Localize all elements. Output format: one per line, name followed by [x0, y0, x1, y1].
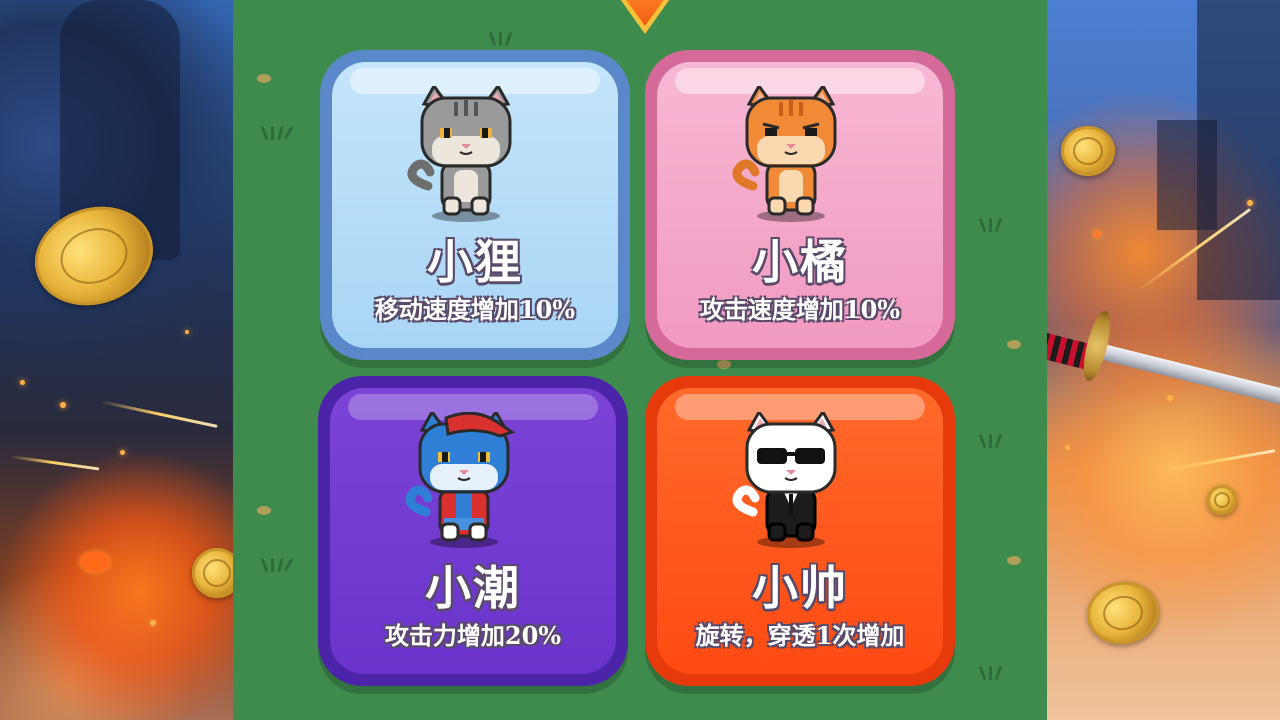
character-card-xiaoli[interactable]: 小狸 移动速度增加10%: [320, 50, 630, 360]
gold-coin-icon: [1082, 576, 1164, 650]
character-card-xiaoju[interactable]: 小橘 攻击速度增加10%: [645, 50, 955, 360]
katana-sword: [1037, 292, 1280, 412]
gold-coin-icon: [1207, 485, 1237, 515]
character-name: 小帅: [752, 561, 848, 615]
blue-cat-red-cap-icon: [405, 412, 516, 548]
character-name: 小狸: [427, 235, 523, 289]
character-name: 小橘: [752, 235, 848, 289]
character-bonus: 移动速度增加10%: [374, 295, 576, 324]
character-card-xiaochao[interactable]: 小潮 攻击力增加20%: [318, 376, 628, 686]
character-card-xiaoshuai[interactable]: 小帅 旋转，穿透1次增加: [645, 376, 955, 686]
character-bonus: 攻击速度增加10%: [699, 295, 901, 324]
down-arrow-icon: [608, 0, 682, 42]
orange-cat-icon: [732, 86, 837, 222]
white-cat-sunglasses-suit-icon: [732, 412, 837, 548]
character-bonus: 旋转，穿透1次增加: [695, 621, 905, 650]
gold-coin-icon: [192, 548, 233, 598]
gold-coin-icon: [1061, 126, 1115, 176]
character-bonus: 攻击力增加20%: [384, 621, 562, 650]
left-background-art: [0, 0, 233, 720]
gray-tabby-cat-icon: [407, 86, 512, 222]
character-name: 小潮: [425, 561, 521, 615]
